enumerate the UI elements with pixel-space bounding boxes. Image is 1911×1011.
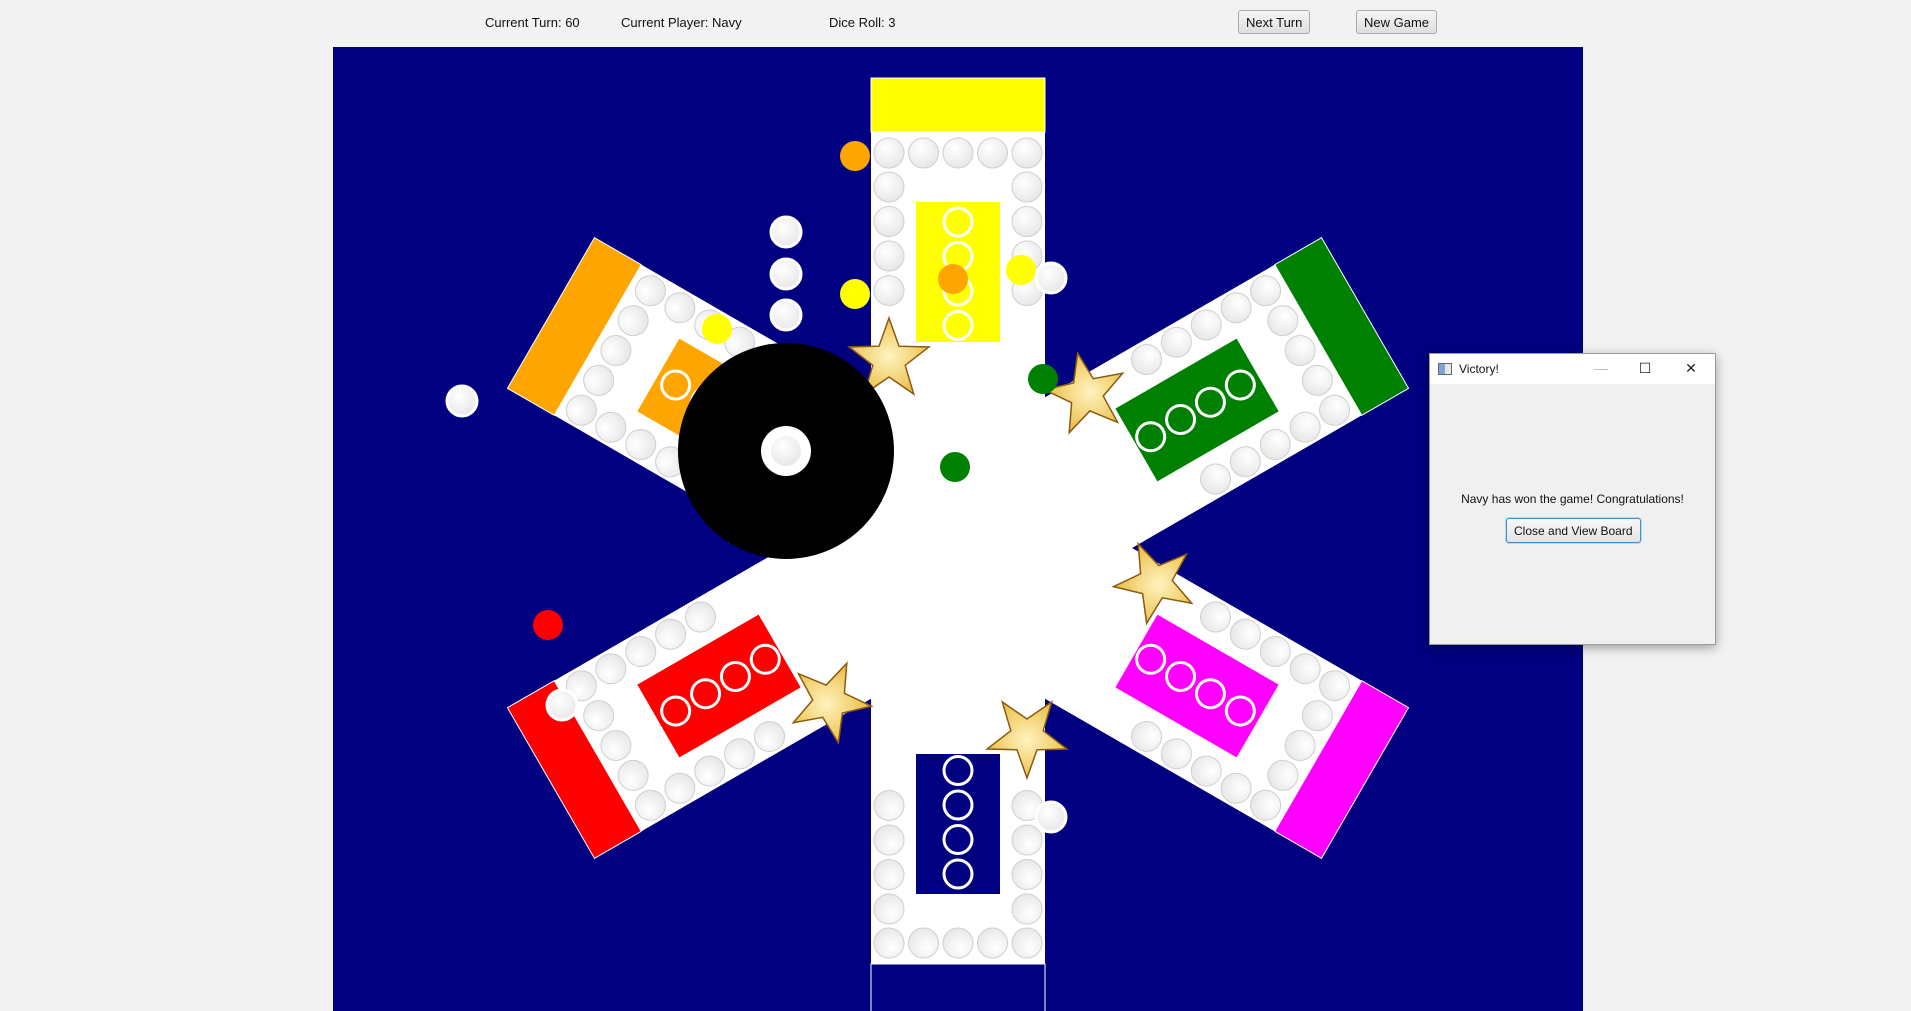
game-piece[interactable]	[445, 384, 479, 418]
track-spot[interactable]	[873, 171, 905, 203]
start-area-navy	[870, 963, 1046, 1011]
close-and-view-board-button[interactable]: Close and View Board	[1506, 518, 1641, 543]
game-piece[interactable]	[840, 141, 870, 171]
track-spot[interactable]	[873, 893, 905, 925]
current-player-label: Current Player: Navy	[621, 15, 742, 30]
game-piece[interactable]	[1034, 261, 1068, 295]
game-piece[interactable]	[940, 452, 970, 482]
track-spot[interactable]	[942, 137, 974, 169]
track-spot[interactable]	[873, 240, 905, 272]
track-spot[interactable]	[977, 927, 1008, 959]
game-piece[interactable]	[702, 314, 732, 344]
game-piece[interactable]	[1034, 800, 1068, 834]
track-spot[interactable]	[908, 137, 939, 169]
victory-dialog: Victory! — ☐ ✕ Navy has won the game! Co…	[1429, 353, 1716, 645]
new-game-button[interactable]: New Game	[1356, 10, 1438, 34]
current-turn-label: Current Turn: 60	[485, 15, 580, 30]
dice-roll-label: Dice Roll: 3	[829, 15, 896, 30]
track-spot[interactable]	[908, 927, 939, 959]
track-spot[interactable]	[873, 824, 905, 856]
track-spot[interactable]	[1011, 893, 1043, 925]
track-spot[interactable]	[942, 927, 974, 959]
close-icon[interactable]: ✕	[1680, 358, 1702, 378]
center-spot[interactable]	[771, 436, 801, 466]
game-piece[interactable]	[1006, 255, 1036, 285]
game-piece[interactable]	[1028, 364, 1058, 394]
start-area-yellow	[870, 77, 1046, 133]
track-spot[interactable]	[977, 137, 1008, 169]
game-piece[interactable]	[938, 264, 968, 294]
game-piece[interactable]	[769, 215, 803, 249]
dialog-title: Victory!	[1459, 362, 1499, 376]
game-piece[interactable]	[533, 610, 563, 640]
track-spot[interactable]	[1011, 859, 1043, 890]
next-turn-button[interactable]: Next Turn	[1238, 10, 1311, 34]
track-spot[interactable]	[1011, 206, 1043, 237]
track-spot[interactable]	[873, 275, 905, 306]
game-piece[interactable]	[840, 279, 870, 309]
track-spot[interactable]	[873, 206, 905, 237]
game-piece[interactable]	[769, 257, 803, 291]
track-spot[interactable]	[873, 137, 905, 169]
game-board[interactable]	[333, 47, 1583, 1011]
maximize-icon[interactable]: ☐	[1634, 358, 1656, 378]
track-spot[interactable]	[1011, 137, 1043, 169]
game-piece[interactable]	[545, 688, 579, 722]
track-spot[interactable]	[1011, 824, 1043, 856]
track-spot[interactable]	[873, 927, 905, 959]
track-spot[interactable]	[873, 859, 905, 890]
app-icon	[1438, 363, 1452, 375]
track-spot[interactable]	[873, 790, 905, 821]
game-piece[interactable]	[769, 298, 803, 332]
track-spot[interactable]	[1011, 171, 1043, 203]
minimize-icon[interactable]: —	[1590, 358, 1612, 378]
victory-message: Navy has won the game! Congratulations!	[1461, 492, 1684, 506]
dialog-titlebar[interactable]: Victory! — ☐ ✕	[1430, 354, 1715, 384]
track-spot[interactable]	[1011, 927, 1043, 959]
